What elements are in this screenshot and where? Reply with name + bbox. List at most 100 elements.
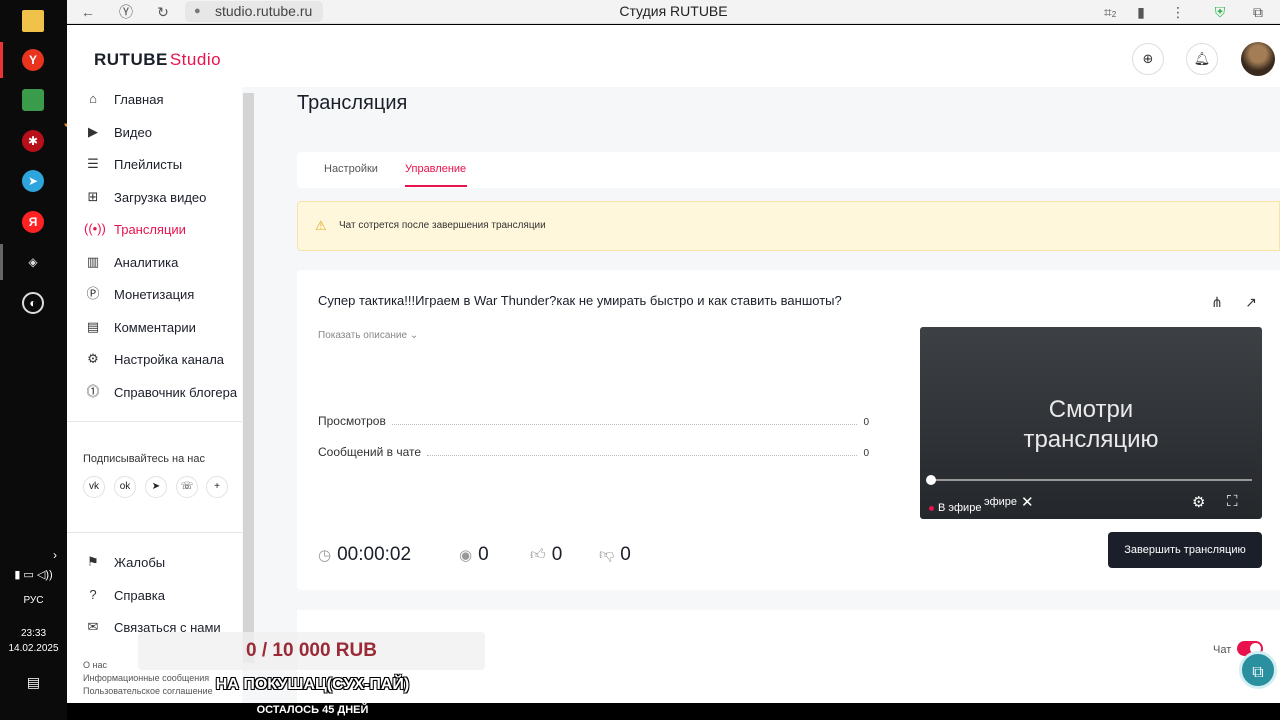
stat-chat-messages: Сообщений в чате 0 [318,445,869,459]
sidebar-divider-2 [67,532,242,533]
rutube-studio-logo[interactable]: RUTUBE Studio [94,50,221,70]
live-badge: В эфире [928,502,982,514]
sidebar-item-playlists[interactable]: ☰ Плейлисты [84,154,182,174]
footer-link-info[interactable]: Информационные сообщения [83,673,209,683]
sidebar-item-complaints[interactable]: ⚑ Жалобы [84,552,165,572]
avatar[interactable] [1241,42,1275,76]
tray-chevron-icon[interactable]: › [0,548,67,562]
external-link-icon[interactable]: ↗ [1242,294,1260,312]
warning-text: Чат сотрется после завершения трансляции [339,220,546,231]
yandex-browser-icon[interactable]: Y [22,49,44,71]
stream-card: Супер тактика!!!Играем в War Thunder?как… [297,270,1280,590]
sidebar-item-label: Жалобы [114,554,166,570]
viewers-value: 0 [478,544,489,565]
page-title: Трансляция [297,92,408,114]
subscribe-label: Подписывайтесь на нас [83,453,205,465]
tray-icons[interactable]: ▮ ▭ ◁)) [0,568,67,581]
sidebar-item-handbook[interactable]: ⓵ Справочник блогера [84,382,237,402]
tab-settings[interactable]: Настройки [324,163,378,175]
telegram-social-icon[interactable]: ➤ [145,476,167,498]
sidebar-item-label: Настройка канала [114,351,225,367]
bookmark-icon[interactable]: ▮ [1132,3,1150,21]
share-icon[interactable]: ⋔ [1208,294,1226,312]
obs-icon[interactable]: ◐ [22,292,44,314]
channel-settings-icon: ⚙ [87,351,99,366]
app-header: RUTUBE Studio ⊕ 🔔︎ [67,25,1280,87]
sidebar-item-broadcasts[interactable]: ((•)) Трансляции [84,219,186,239]
viber-icon[interactable]: ☏ [176,476,198,498]
game-icon[interactable]: ✱ [22,130,44,152]
sidebar-item-label: Трансляции [114,221,186,237]
menu-icon[interactable]: ⋮ [1169,3,1187,21]
tabs-bar: Настройки Управление [297,152,1280,188]
chat-toggle-label: Чат [1213,644,1232,656]
playlist-icon: ☰ [87,156,99,171]
thumbs-down-icon: 👎︎ [599,546,615,563]
vk-icon[interactable]: vk [83,476,105,498]
add-content-button[interactable]: ⊕ [1132,43,1164,75]
player-progress-handle[interactable] [926,475,936,485]
likes-value: 0 [551,544,563,565]
footer-link-agreement[interactable]: Пользовательское соглашение [83,686,213,696]
sidebar-item-label: Загрузка видео [114,189,207,205]
browser-toolbar: ← Ⓨ ↻ ● studio.rutube.ru Студия RUTUBE ⌗… [67,0,1280,24]
stream-preview-player[interactable]: Смотри трансляцию В эфире эфире ✕ ⚙ ⛶ [920,327,1262,519]
notification-icon[interactable]: ▤ [0,674,67,691]
viewers-icon: ◉ [459,547,473,564]
fullscreen-icon[interactable]: ⛶ [1227,493,1238,510]
rutube-studio-app: RUTUBE Studio ⊕ 🔔︎ ⌂ Главная ▶ Видео ☰ Плейл… [67,25,1280,720]
app-icon[interactable]: ◈ [22,251,44,273]
help-icon: ? [89,587,97,602]
show-description-link[interactable]: Показать описание ⌄ [318,330,418,341]
extensions-icon[interactable]: ⌗2 [1101,3,1119,21]
sidebar-scrollbar[interactable] [243,93,254,663]
side-panel-icon[interactable]: ⧉ [1249,3,1267,21]
sidebar-item-home[interactable]: ⌂ Главная [84,89,163,109]
sidebar-item-analytics[interactable]: ▥ Аналитика [84,252,179,272]
mail-icon: ✉ [87,619,99,634]
broadcast-icon: ((•)) [84,221,106,236]
sidebar-item-label: Комментарии [114,319,196,335]
stream-timer: ◷ 00:00:02 [318,544,411,566]
tray-date[interactable]: 14.02.2025 [0,643,67,654]
ok-icon[interactable]: ok [114,476,136,498]
player-progress-track[interactable] [930,479,1252,481]
active-indicator [0,42,3,78]
flag-icon: ⚑ [87,554,99,569]
sidebar-item-monetization[interactable]: Ⓟ Монетизация [84,284,194,304]
sidebar-item-label: Справка [114,587,165,603]
tab-management[interactable]: Управление [405,163,466,175]
upload-icon: ⊞ [87,189,99,204]
support-chat-button[interactable]: ⧉ [1239,651,1277,689]
telegram-icon[interactable]: ➤ [22,170,44,192]
donation-days-left: ОСТАЛОСЬ 45 ДНЕЙ [256,704,369,716]
notifications-button[interactable]: 🔔︎ [1186,43,1218,75]
app-monitor-icon[interactable] [22,89,44,111]
sidebar-item-comments[interactable]: ▤ Комментарии [84,317,196,337]
more-social-icon[interactable]: + [206,476,228,498]
sidebar-item-upload[interactable]: ⊞ Загрузка видео [84,187,207,207]
file-explorer-icon[interactable] [22,10,44,32]
donation-amount: 0 / 10 000 RUB [246,640,377,661]
stream-title: Супер тактика!!!Играем в War Thunder?как… [318,293,842,308]
player-settings-icon[interactable]: ⚙ [1192,493,1205,511]
stat-label: Сообщений в чате [318,445,422,459]
finish-stream-button[interactable]: Завершить трансляцию [1108,532,1262,568]
footer-link-about[interactable]: О нас [83,660,107,670]
monetization-icon: Ⓟ [86,286,100,301]
stat-value: 0 [863,448,869,459]
tray-lang[interactable]: РУС [0,595,67,606]
mute-icon[interactable]: ✕ [1021,493,1034,511]
sidebar-item-video[interactable]: ▶ Видео [84,122,152,142]
yandex-icon[interactable]: Я [22,211,44,233]
sidebar-item-help[interactable]: ? Справка [84,585,165,605]
timer-value: 00:00:02 [337,544,412,565]
sidebar: ⌂ Главная ▶ Видео ☰ Плейлисты ⊞ Загрузка вид… [67,87,242,720]
handbook-icon: ⓵ [86,384,100,399]
analytics-icon: ▥ [86,254,100,269]
active-indicator-2 [0,244,3,280]
sidebar-item-channel-settings[interactable]: ⚙ Настройка канала [84,349,224,369]
tray-time[interactable]: 23:33 [0,628,67,639]
protect-shield-icon[interactable]: ⛨ [1211,3,1229,21]
sidebar-item-label: Монетизация [114,286,195,302]
